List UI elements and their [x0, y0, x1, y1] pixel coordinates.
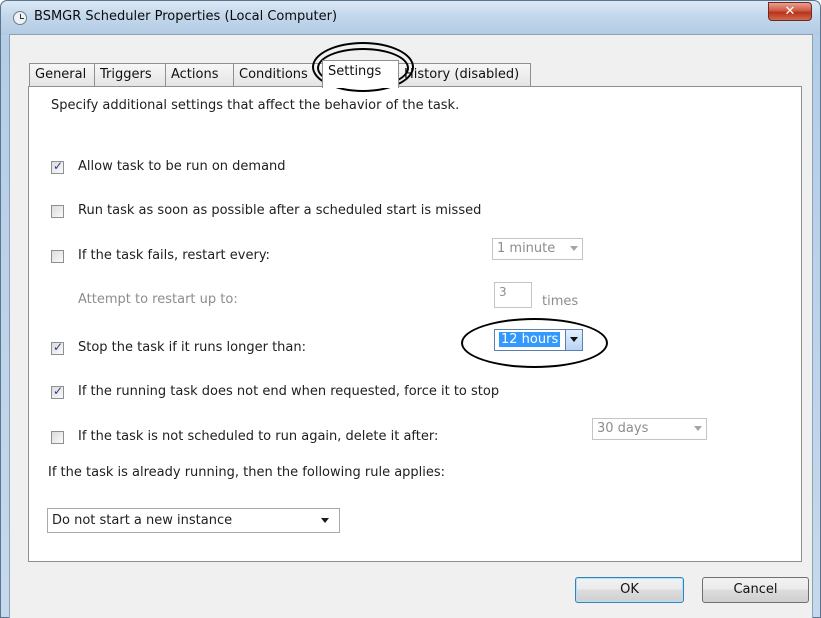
restart-interval-select[interactable]: 1 minute — [492, 238, 583, 260]
settings-description: Specify additional settings that affect … — [51, 98, 460, 113]
delete-after-value: 30 days — [597, 421, 649, 436]
dropdown-button[interactable] — [565, 330, 582, 350]
force-stop-checkbox[interactable] — [51, 384, 64, 399]
running-rule-value: Do not start a new instance — [52, 513, 233, 528]
delete-after-select[interactable]: 30 days — [592, 418, 707, 440]
restart-interval-value: 1 minute — [497, 241, 556, 256]
restart-attempts-unit: times — [542, 294, 579, 309]
restart-on-fail-label: If the task fails, restart every: — [78, 248, 270, 263]
chevron-down-icon — [321, 518, 329, 523]
chevron-down-icon — [694, 426, 702, 431]
run-asap-checkbox[interactable] — [51, 205, 64, 218]
stop-if-longer-checkbox[interactable] — [51, 340, 64, 355]
running-rule-label: If the task is already running, then the… — [48, 465, 446, 480]
chevron-down-icon — [570, 246, 578, 251]
window-title: BSMGR Scheduler Properties (Local Comput… — [34, 9, 338, 24]
cancel-button[interactable]: Cancel — [702, 577, 809, 603]
title-bar[interactable]: BSMGR Scheduler Properties (Local Comput… — [1, 1, 820, 35]
delete-after-checkbox[interactable] — [51, 431, 64, 444]
restart-on-fail-checkbox[interactable] — [51, 250, 64, 263]
tab-conditions[interactable]: Conditions — [233, 63, 323, 87]
tab-history[interactable]: History (disabled) — [398, 63, 531, 87]
force-stop-label: If the running task does not end when re… — [78, 384, 500, 399]
restart-attempts-input[interactable]: 3 — [494, 282, 532, 308]
close-button[interactable]: ✕ — [768, 2, 812, 21]
stop-if-longer-label: Stop the task if it runs longer than: — [78, 340, 306, 355]
clock-icon — [13, 11, 27, 25]
allow-on-demand-checkbox[interactable] — [51, 159, 64, 174]
run-asap-label: Run task as soon as possible after a sch… — [78, 203, 482, 218]
tab-settings[interactable]: Settings — [322, 60, 399, 88]
stop-duration-select[interactable]: 12 hours — [494, 329, 583, 351]
stop-duration-value: 12 hours — [499, 332, 561, 347]
settings-panel — [28, 86, 802, 562]
tab-triggers[interactable]: Triggers — [94, 63, 166, 87]
running-rule-select[interactable]: Do not start a new instance — [47, 508, 340, 533]
ok-button[interactable]: OK — [575, 577, 684, 603]
delete-after-label: If the task is not scheduled to run agai… — [78, 429, 439, 444]
allow-on-demand-label: Allow task to be run on demand — [78, 159, 286, 174]
tab-general[interactable]: General — [29, 63, 95, 87]
tab-actions[interactable]: Actions — [165, 63, 234, 87]
restart-attempts-label: Attempt to restart up to: — [78, 292, 238, 307]
